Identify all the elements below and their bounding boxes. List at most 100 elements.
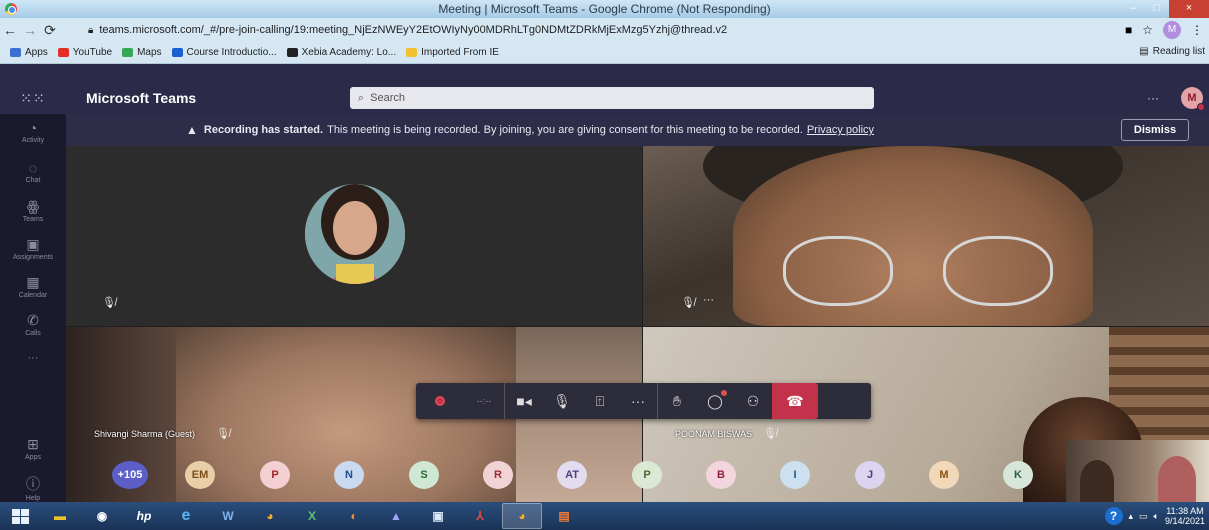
privacy-policy-link[interactable]: Privacy policy [807,124,874,136]
assignments-icon: ▣ [26,236,40,252]
header-more-button[interactable]: ··· [1147,91,1159,105]
xebia-icon [286,48,298,57]
bookmark-apps[interactable]: Apps [10,47,48,58]
participant-avatar[interactable]: P [632,461,662,489]
chrome-active-icon[interactable]: ◕ [502,503,542,529]
more-actions-button[interactable]: ··· [619,383,657,419]
more-icon: ··· [631,393,645,409]
self-view[interactable] [1066,440,1209,502]
bookmarks-bar: Apps YouTube Maps Course Introductio... … [0,42,1209,64]
bookmark-course[interactable]: Course Introductio... [171,47,277,58]
participants-button[interactable]: ⚇ [734,383,772,419]
bookmark-youtube[interactable]: YouTube [57,47,112,58]
participant-avatar[interactable]: AT [557,461,587,489]
glasses-left [783,236,893,306]
internet-explorer-icon[interactable]: e [166,503,206,529]
recording-banner: ▲ Recording has started. This meeting is… [66,114,1209,146]
leave-call-button[interactable]: ☎︎ [772,383,818,419]
chat-icon: ◌ [28,160,38,176]
teams-taskbar-icon[interactable]: ▲ [376,503,416,529]
bookmark-xebia[interactable]: Xebia Academy: Lo... [286,47,396,58]
video-tile-top-right[interactable]: 🎙︎̸ ··· [643,146,1209,326]
teams-icon: ꙮ [26,198,40,214]
participant-avatar[interactable]: K [1003,461,1033,489]
mic-button[interactable]: 🎙︎ [543,383,581,419]
back-icon[interactable]: ← [0,22,20,38]
bookmark-maps[interactable]: Maps [122,47,162,58]
maps-icon [122,48,134,57]
start-button[interactable] [0,502,40,530]
rail-teams[interactable]: ꙮ Teams [0,198,66,223]
participant-name: POONAM BISWAS [675,429,753,439]
participant-avatar[interactable]: N [334,461,364,489]
recording-indicator [416,383,464,419]
participant-avatar[interactable]: J [855,461,885,489]
participant-avatar[interactable]: B [706,461,736,489]
share-button[interactable]: ⍐ [581,383,619,419]
volume-icon[interactable]: 🔈︎ [1154,511,1159,522]
app-launcher-icon[interactable]: ⁙⁙ [0,90,66,107]
mic-icon: 🎙︎ [553,392,571,409]
rail-apps[interactable]: ⊞ Apps [0,436,66,461]
rail-more[interactable]: ··· [0,352,66,364]
camera-button[interactable]: ■◂ [505,383,543,419]
self-view-person [1080,460,1114,502]
network-icon[interactable]: ▭ [1139,511,1148,522]
dismiss-button[interactable]: Dismiss [1121,119,1189,141]
acrobat-icon[interactable]: ⅄ [460,503,500,529]
rail-activity[interactable]: ◔ Activity [0,120,66,144]
participant-avatar[interactable]: M [929,461,959,489]
participant-avatar[interactable]: R [483,461,513,489]
rail-assignments[interactable]: ▣ Assignments [0,236,66,261]
search-input[interactable]: ⌕ Search [350,87,874,109]
video-tile-top-left[interactable]: 🎙︎̸ [66,146,642,326]
tile-more-button[interactable]: ··· [703,294,714,306]
url-field[interactable]: 🔒︎ teams.microsoft.com/_#/pre-join-calli… [88,21,1189,39]
browser-menu-icon[interactable]: ⋮ [1191,23,1203,37]
address-bar: ← → ⟳ 🔒︎ teams.microsoft.com/_#/pre-join… [0,18,1209,42]
rail-calls[interactable]: ✆ Calls [0,312,66,337]
maximize-button[interactable]: □ [1145,0,1169,18]
firefox-icon[interactable]: ◐ [334,503,374,529]
bookmark-imported[interactable]: Imported From IE [406,47,499,58]
lock-icon: 🔒︎ [88,24,94,36]
bookmark-star-icon[interactable]: ☆ [1142,23,1153,37]
rail-chat[interactable]: ◌ Chat [0,160,66,184]
forward-icon[interactable]: → [20,22,40,38]
clock[interactable]: 11:38 AM 9/14/2021 [1165,506,1205,526]
help-icon[interactable]: ? [1104,507,1123,525]
user-avatar[interactable]: M [1181,87,1205,111]
reading-list-button[interactable]: ▤ Reading list [1139,46,1205,57]
minimize-button[interactable]: – [1121,0,1145,18]
participant-avatar[interactable]: EM [185,461,215,489]
raise-hand-button[interactable]: ✋︎ [658,383,696,419]
reload-icon[interactable]: ⟳ [40,22,60,39]
excel-icon[interactable]: X [292,503,332,529]
close-window-button[interactable]: × [1169,0,1209,18]
camera-app-icon[interactable]: ◉ [82,503,122,529]
rail-calendar[interactable]: ▦ Calendar [0,274,66,299]
participant-avatar[interactable]: P [260,461,290,489]
word-icon[interactable]: W [208,503,248,529]
participant-name: Shivangi Sharma (Guest) [94,429,196,439]
more-participants-badge[interactable]: +105 [112,461,148,489]
media-icon[interactable]: ▤ [544,503,584,529]
camera-icon: ■◂ [516,392,532,409]
file-explorer-icon[interactable]: ▬ [40,503,80,529]
profile-avatar[interactable]: M [1163,21,1181,39]
window-controls: – □ × [1121,0,1209,18]
taskbar: ▬ ◉ hp e W ◕ X ◐ ▲ ▣ ⅄ ◕ ▤ ? ▴ ▭ 🔈︎ 11:3… [0,502,1209,530]
show-hidden-icons-icon[interactable]: ▴ [1129,511,1134,522]
hp-icon[interactable]: hp [124,503,164,529]
camera-blocked-icon[interactable]: ■ [1125,23,1132,37]
search-placeholder: Search [370,92,406,104]
muted-mic-icon: 🎙︎̸ [763,428,777,440]
chrome-icon[interactable]: ◕ [250,503,290,529]
participant-avatar[interactable]: S [409,461,439,489]
record-dot-icon [435,396,445,406]
participant-avatar[interactable]: I [780,461,810,489]
chat-button[interactable]: ◯ [696,383,734,419]
files-icon[interactable]: ▣ [418,503,458,529]
hand-icon: ✋︎ [673,392,681,409]
youtube-icon [57,48,69,57]
